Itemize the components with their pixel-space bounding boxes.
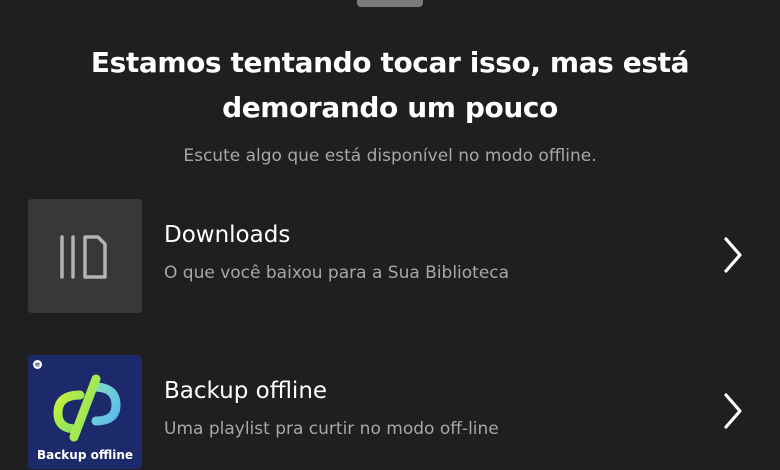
- backup-offline-text: Backup offline Uma playlist pra curtir n…: [164, 375, 684, 441]
- sheet-title: Estamos tentando tocar isso, mas está de…: [90, 46, 690, 124]
- chevron-right-icon[interactable]: [718, 391, 746, 431]
- chevron-right-icon[interactable]: [718, 235, 746, 275]
- offline-bottom-sheet: Estamos tentando tocar isso, mas está de…: [0, 0, 780, 470]
- downloads-text: Downloads O que você baixou para a Sua B…: [164, 219, 684, 285]
- backup-offline-subtitle: Uma playlist pra curtir no modo off-line: [164, 419, 499, 439]
- sheet-subtitle: Escute algo que está disponível no modo …: [183, 146, 597, 166]
- downloads-thumbnail: [28, 199, 142, 313]
- downloads-title: Downloads: [164, 222, 291, 248]
- drag-handle[interactable]: [357, 0, 423, 7]
- backup-offline-cover: Backup offline: [28, 355, 142, 469]
- downloads-subtitle: O que você baixou para a Sua Biblioteca: [164, 263, 510, 283]
- backup-offline-title: Backup offline: [164, 378, 328, 404]
- downloads-option[interactable]: Downloads O que você baixou para a Sua B…: [0, 197, 780, 313]
- spotify-logo-icon: [33, 360, 42, 369]
- cover-label: Backup offline: [36, 448, 134, 462]
- offline-symbol-icon: [53, 374, 121, 442]
- backup-offline-option[interactable]: Backup offline Backup offline Uma playli…: [0, 353, 780, 469]
- downloads-icon: [60, 235, 107, 279]
